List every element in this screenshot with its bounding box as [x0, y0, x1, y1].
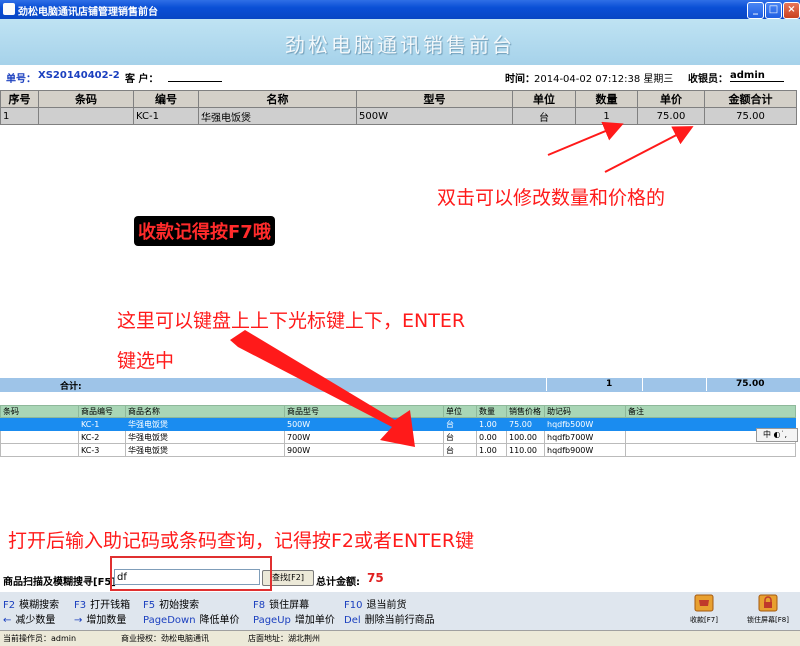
annotation-checkout-hint: 收款记得按F7哦 — [134, 216, 275, 246]
arrow-to-price — [604, 126, 694, 173]
search-highlight-box — [110, 556, 272, 591]
arrow-to-quantity — [547, 121, 624, 156]
annotation-nav-hint-line1: 这里可以键盘上上下光标键上下，ENTER — [117, 310, 466, 332]
annotation-search-hint: 打开后输入助记码或条码查询，记得按F2或者ENTER键 — [8, 530, 475, 552]
arrow-to-product-list — [230, 330, 415, 447]
annotation-nav-hint-line2: 键选中 — [117, 350, 175, 372]
annotation-edit-hint: 双击可以修改数量和价格的 — [437, 187, 666, 209]
